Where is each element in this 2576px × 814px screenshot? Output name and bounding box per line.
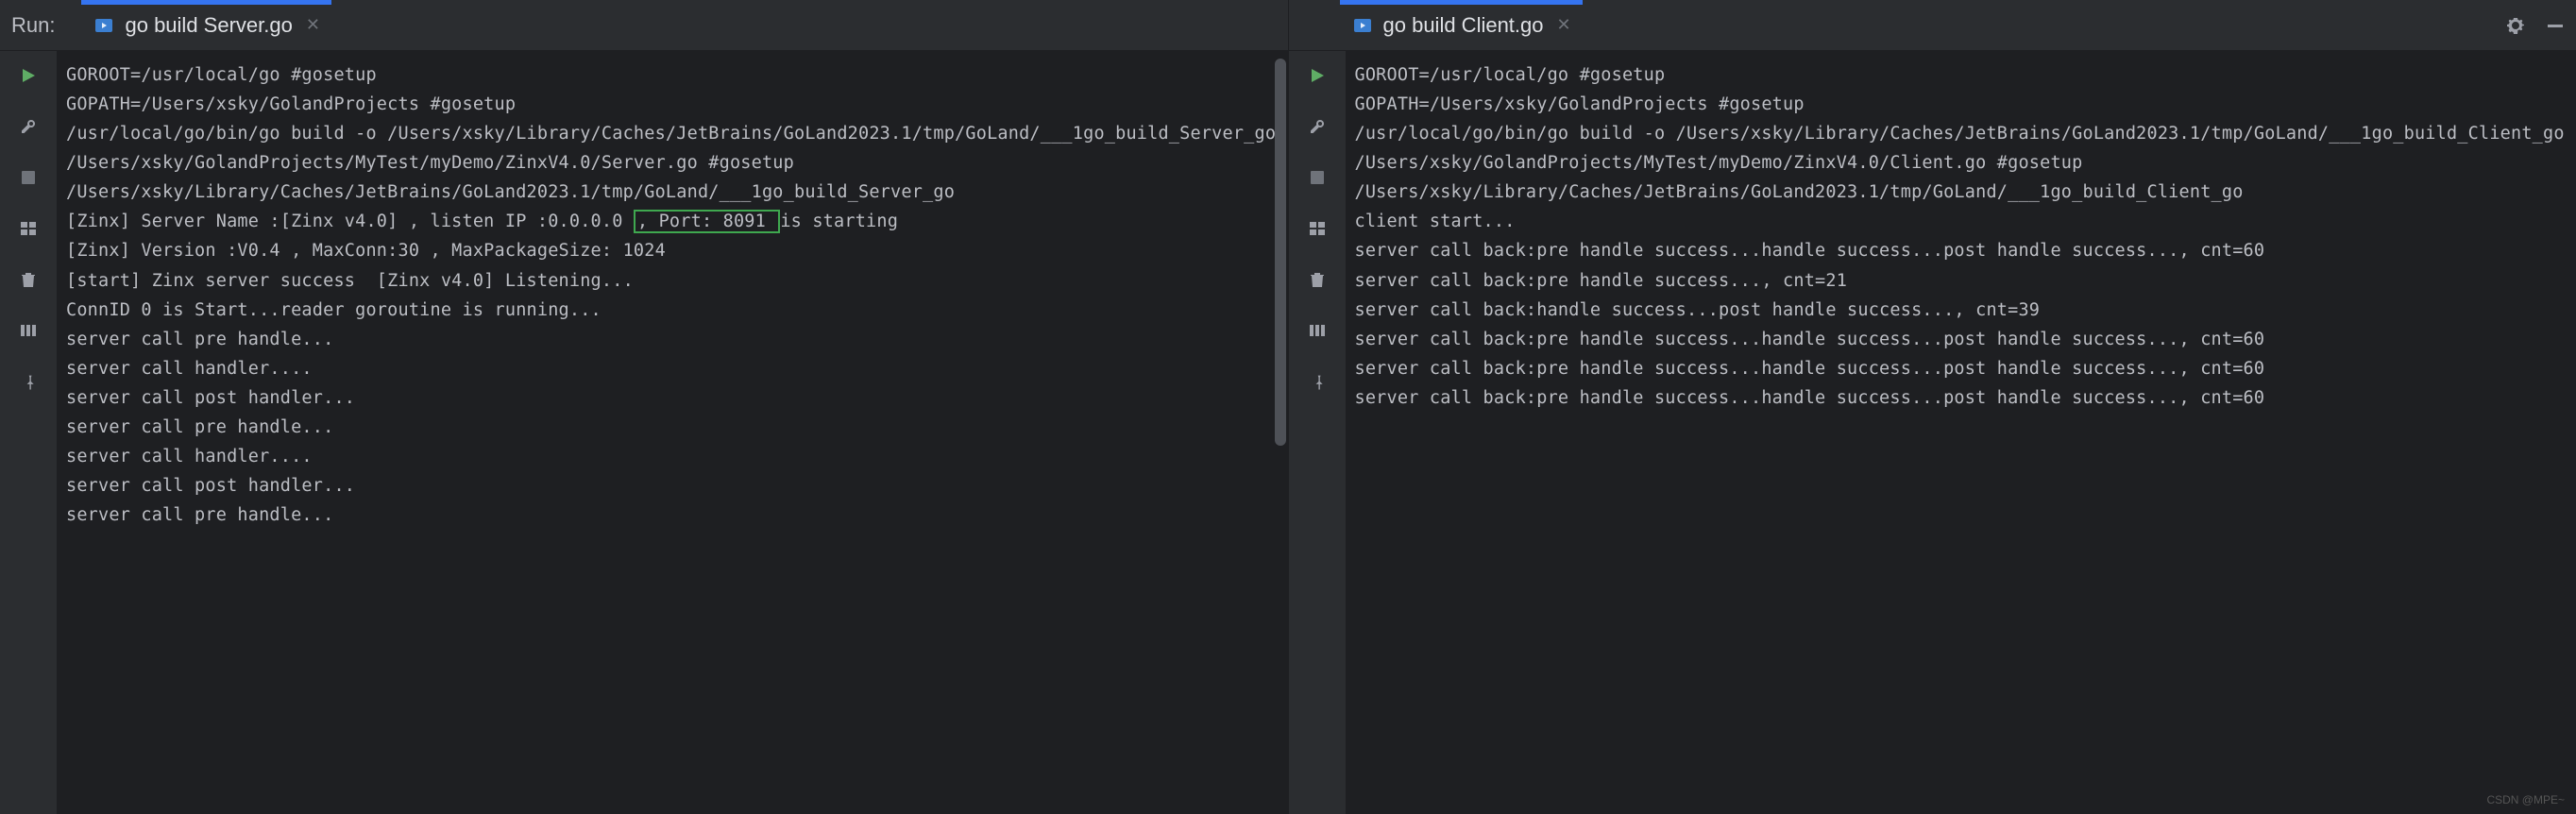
watermark: CSDN @MPE~	[2486, 793, 2565, 806]
tab-label-client: go build Client.go	[1383, 13, 1544, 38]
rerun-button[interactable]	[15, 62, 42, 89]
tab-client[interactable]: go build Client.go ✕	[1340, 0, 1583, 51]
columns-icon[interactable]	[15, 317, 42, 344]
trash-icon[interactable]	[15, 266, 42, 293]
close-icon[interactable]: ✕	[1557, 15, 1571, 35]
layout-icon[interactable]	[15, 215, 42, 242]
minimize-icon[interactable]	[2544, 14, 2567, 37]
gear-icon[interactable]	[2504, 14, 2527, 37]
left-console[interactable]: GOROOT=/usr/local/go #gosetup GOPATH=/Us…	[57, 51, 1288, 814]
right-panel: go build Client.go ✕ GOROOT=/usr/local/g…	[1289, 0, 2576, 814]
right-gutter	[1289, 51, 1346, 814]
run-label: Run:	[11, 13, 55, 38]
tab-label-server: go build Server.go	[125, 13, 292, 38]
left-panel: Run: go build Server.go ✕ GOROOT=/usr/lo…	[0, 0, 1289, 814]
left-header: Run: go build Server.go ✕	[0, 0, 1288, 51]
left-body: GOROOT=/usr/local/go #gosetup GOPATH=/Us…	[0, 51, 1288, 814]
tab-server[interactable]: go build Server.go ✕	[81, 0, 330, 51]
header-actions	[2504, 14, 2567, 37]
go-run-icon	[1351, 14, 1374, 37]
close-icon[interactable]: ✕	[306, 15, 320, 35]
rerun-button[interactable]	[1304, 62, 1330, 89]
right-header: go build Client.go ✕	[1289, 0, 2576, 51]
stop-button[interactable]	[1304, 164, 1330, 191]
wrench-icon[interactable]	[1304, 113, 1330, 140]
scrollbar[interactable]	[1275, 59, 1286, 446]
go-run-icon	[93, 14, 115, 37]
left-gutter	[0, 51, 57, 814]
right-body: GOROOT=/usr/local/go #gosetup GOPATH=/Us…	[1289, 51, 2576, 814]
stop-button[interactable]	[15, 164, 42, 191]
layout-icon[interactable]	[1304, 215, 1330, 242]
run-tool-window: Run: go build Server.go ✕ GOROOT=/usr/lo…	[0, 0, 2576, 814]
trash-icon[interactable]	[1304, 266, 1330, 293]
wrench-icon[interactable]	[15, 113, 42, 140]
columns-icon[interactable]	[1304, 317, 1330, 344]
right-console[interactable]: GOROOT=/usr/local/go #gosetup GOPATH=/Us…	[1346, 51, 2576, 814]
pin-icon[interactable]	[1304, 368, 1330, 395]
pin-icon[interactable]	[15, 368, 42, 395]
